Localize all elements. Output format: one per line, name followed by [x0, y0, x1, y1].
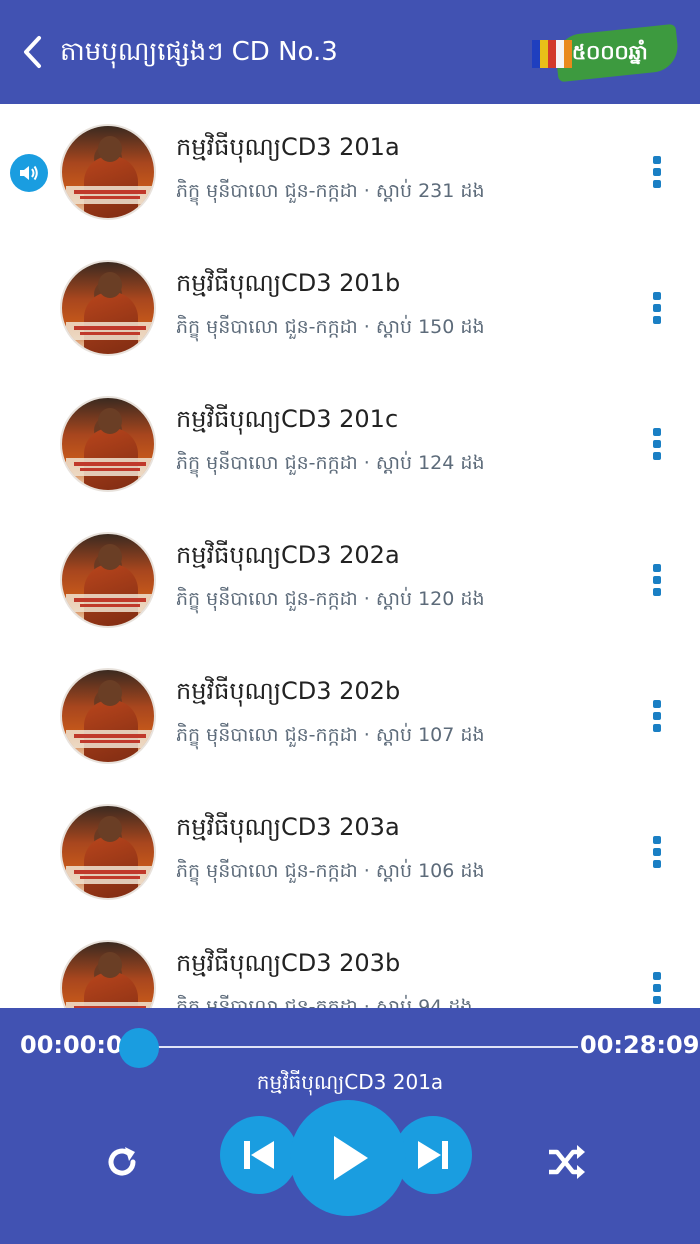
now-playing-title: កម្មវិធីបុណ្យCD3 201a: [256, 1070, 444, 1094]
more-options-button[interactable]: [642, 696, 672, 736]
play-button[interactable]: [290, 1100, 406, 1216]
next-icon: [418, 1141, 448, 1169]
track-title: កម្មវិធីបុណ្យCD3 203b: [176, 949, 401, 977]
track-list[interactable]: កម្មវិធីបុណ្យCD3 201a ភិក្ខុ មុនីបាលោ ជួ…: [0, 104, 700, 1008]
buddhist-flag-icon: [532, 40, 572, 68]
track-thumbnail: [60, 940, 156, 1008]
more-options-button[interactable]: [642, 560, 672, 600]
track-title: កម្មវិធីបុណ្យCD3 202a: [176, 541, 400, 569]
track-list-item[interactable]: កម្មវិធីបុណ្យCD3 202b ភិក្ខុ មុនីបាលោ ជួ…: [0, 648, 700, 784]
more-options-button[interactable]: [642, 968, 672, 1008]
back-button[interactable]: [14, 30, 50, 74]
track-thumbnail: [60, 532, 156, 628]
track-list-item[interactable]: កម្មវិធីបុណ្យCD3 203b ភិក្ខុ មុនីបាលោ ជួ…: [0, 920, 700, 1008]
previous-button[interactable]: [220, 1116, 298, 1194]
track-title: កម្មវិធីបុណ្យCD3 201b: [176, 269, 401, 297]
track-subtitle: ភិក្ខុ មុនីបាលោ ជួន-កក្កដា · ស្តាប់ 150 …: [176, 316, 485, 338]
more-options-button[interactable]: [642, 832, 672, 872]
more-options-button[interactable]: [642, 424, 672, 464]
track-subtitle: ភិក្ខុ មុនីបាលោ ជួន-កក្កដា · ស្តាប់ 94 ដ…: [176, 996, 473, 1008]
track-thumbnail: [60, 260, 156, 356]
app-bar: តាមបុណ្យផ្សេងៗ CD No.3 ៥០០០ឆ្នាំ: [0, 0, 700, 104]
track-subtitle: ភិក្ខុ មុនីបាលោ ជួន-កក្កដា · ស្តាប់ 124 …: [176, 452, 485, 474]
track-subtitle: ភិក្ខុ មុនីបាលោ ជួន-កក្កដា · ស្តាប់ 120 …: [176, 588, 485, 610]
track-thumbnail: [60, 124, 156, 220]
logo-text: ៥០០០ឆ្នាំ: [572, 40, 648, 64]
more-options-button[interactable]: [642, 152, 672, 192]
track-subtitle: ភិក្ខុ មុនីបាលោ ជួន-កក្កដា · ស្តាប់ 107 …: [176, 724, 485, 746]
track-subtitle: ភិក្ខុ មុនីបាលោ ជួន-កក្កដា · ស្តាប់ 106 …: [176, 860, 485, 882]
track-thumbnail: [60, 396, 156, 492]
track-list-item[interactable]: កម្មវិធីបុណ្យCD3 201c ភិក្ខុ មុនីបាលោ ជួ…: [0, 376, 700, 512]
track-title: កម្មវិធីបុណ្យCD3 203a: [176, 813, 400, 841]
track-thumbnail: [60, 804, 156, 900]
repeat-icon: [108, 1147, 136, 1176]
total-duration: 00:28:09: [580, 1031, 700, 1059]
seek-bar[interactable]: [138, 1046, 578, 1048]
mini-player: 00:00:00 00:28:09 កម្មវិធីបុណ្យCD3 201a: [0, 1008, 700, 1244]
shuffle-icon: [549, 1145, 585, 1179]
track-title: កម្មវិធីបុណ្យCD3 202b: [176, 677, 401, 705]
buddhism-5000-years-logo[interactable]: ៥០០០ឆ្នាំ: [530, 23, 681, 83]
previous-icon: [244, 1141, 274, 1169]
track-title: កម្មវិធីបុណ្យCD3 201a: [176, 133, 400, 161]
now-playing-speaker-icon: [10, 154, 48, 192]
play-icon: [334, 1136, 368, 1180]
seek-bar-thumb[interactable]: [119, 1028, 159, 1068]
shuffle-button[interactable]: [542, 1138, 590, 1186]
track-thumbnail: [60, 668, 156, 764]
track-list-item[interactable]: កម្មវិធីបុណ្យCD3 203a ភិក្ខុ មុនីបាលោ ជួ…: [0, 784, 700, 920]
track-title: កម្មវិធីបុណ្យCD3 201c: [176, 405, 399, 433]
chevron-left-icon: [24, 36, 41, 68]
track-list-item[interactable]: កម្មវិធីបុណ្យCD3 202a ភិក្ខុ មុនីបាលោ ជួ…: [0, 512, 700, 648]
track-list-item[interactable]: កម្មវិធីបុណ្យCD3 201b ភិក្ខុ មុនីបាលោ ជួ…: [0, 240, 700, 376]
track-subtitle: ភិក្ខុ មុនីបាលោ ជួន-កក្កដា · ស្តាប់ 231 …: [176, 180, 485, 202]
more-options-button[interactable]: [642, 288, 672, 328]
page-title: តាមបុណ្យផ្សេងៗ CD No.3: [60, 37, 338, 67]
track-list-item[interactable]: កម្មវិធីបុណ្យCD3 201a ភិក្ខុ មុនីបាលោ ជួ…: [0, 104, 700, 240]
repeat-button[interactable]: [98, 1138, 146, 1186]
